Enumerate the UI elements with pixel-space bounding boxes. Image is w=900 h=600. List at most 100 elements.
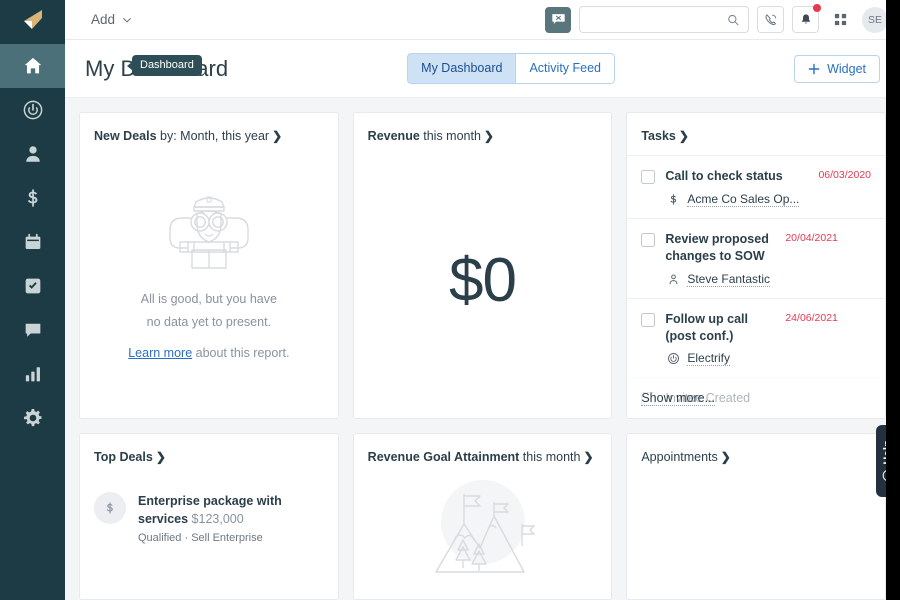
home-icon — [24, 57, 41, 74]
power-icon — [668, 353, 680, 365]
task-checkbox[interactable] — [641, 170, 656, 184]
chevron-right-icon: ❯ — [272, 129, 283, 143]
deal-row[interactable]: Enterprise package with services $123,00… — [80, 478, 338, 544]
card-appointments-body — [627, 464, 885, 599]
task-title: Follow up call (post conf.) — [665, 311, 748, 343]
app-logo[interactable] — [0, 0, 65, 40]
notifications-button[interactable] — [792, 4, 821, 33]
deal-avatar — [94, 492, 126, 525]
tab-activity-feed-label: Activity Feed — [529, 61, 602, 76]
card-top-deals-title: Top Deals — [94, 450, 153, 465]
dollar-icon — [106, 502, 113, 514]
search-input[interactable] — [588, 12, 728, 27]
add-widget-button[interactable]: Widget — [794, 54, 880, 83]
card-tasks-title: Tasks — [641, 129, 676, 143]
power-icon — [23, 100, 42, 120]
tooltip-label: Dashboard — [140, 59, 194, 71]
sidebar-item-messages[interactable] — [0, 308, 65, 352]
dashboard-row-1: New Deals by: Month, this year ❯ All is … — [79, 112, 887, 420]
task-due-date: 24/06/2021 — [785, 311, 838, 324]
dashboard-grid: New Deals by: Month, this year ❯ All is … — [65, 98, 900, 600]
task-title: Review proposed changes to SOW — [665, 231, 769, 263]
card-new-deals-header[interactable]: New Deals by: Month, this year ❯ — [80, 113, 338, 143]
task-related-label[interactable]: Steve Fantastic — [687, 272, 771, 287]
tab-activity-feed[interactable]: Activity Feed — [515, 53, 616, 84]
deal-info: Enterprise package with services $123,00… — [138, 492, 324, 543]
task-related-record[interactable]: Electrify — [665, 351, 871, 367]
card-revenue-goal-title: Revenue Goal Attainment — [367, 450, 520, 465]
chat-icon — [25, 323, 40, 337]
card-tasks: Tasks❯ Call to check status 06/03/2020 — [626, 112, 887, 420]
dollar-icon — [27, 189, 37, 207]
person-icon — [669, 274, 678, 284]
task-related-record[interactable]: Acme Co Sales Op... — [665, 192, 871, 207]
message-box-button[interactable] — [545, 6, 571, 33]
dashboard-tabs: My Dashboard Activity Feed — [407, 53, 616, 84]
sidebar-item-calendar[interactable] — [0, 220, 65, 264]
task-content: Call to check status 06/03/2020 Acme Co … — [665, 168, 871, 207]
tab-my-dashboard[interactable]: My Dashboard — [407, 53, 516, 84]
card-top-deals: Top Deals ❯ Enterprise package with serv… — [79, 433, 339, 600]
add-widget-label: Widget — [827, 61, 866, 76]
message-box-icon — [551, 14, 565, 24]
user-avatar[interactable]: SE — [862, 6, 888, 33]
task-row[interactable]: Call to check status 06/03/2020 Acme Co … — [627, 155, 886, 218]
sidebar-item-tasks[interactable] — [0, 264, 65, 308]
dashboard-row-2: Top Deals ❯ Enterprise package with serv… — [79, 433, 887, 600]
grid-apps-icon — [834, 13, 847, 26]
task-related-label[interactable]: Acme Co Sales Op... — [687, 192, 800, 207]
task-row[interactable]: Review proposed changes to SOW 20/04/202… — [627, 217, 886, 298]
search-box[interactable] — [579, 6, 749, 33]
empty-state-new-deals: All is good, but you have no data yet to… — [80, 143, 338, 418]
phone-icon — [765, 13, 776, 25]
card-new-deals-title: New Deals — [94, 129, 157, 143]
phone-button[interactable] — [757, 6, 784, 33]
revenue-stat-wrap: $0 — [354, 143, 612, 418]
card-revenue-goal-header[interactable]: Revenue Goal Attainment this month ❯ — [354, 434, 612, 464]
show-more-link[interactable]: Show more... — [641, 391, 715, 407]
right-edge-strip — [886, 0, 900, 600]
card-tasks-header[interactable]: Tasks ❯ — [627, 113, 885, 143]
card-appointments-header[interactable]: Appointments ❯ — [627, 434, 885, 464]
card-tasks-body: Call to check status 06/03/2020 Acme Co … — [627, 143, 886, 418]
card-new-deals: New Deals by: Month, this year ❯ All is … — [79, 112, 339, 420]
card-top-deals-body: Enterprise package with services $123,00… — [80, 464, 338, 599]
task-content: Follow up call (post conf.) 24/06/2021 E… — [665, 311, 871, 367]
flag-logo-icon — [23, 10, 42, 29]
sidebar-item-deals[interactable] — [0, 176, 65, 220]
sailor-binoculars-icon — [169, 196, 249, 269]
empty-state-line-1: All is good, but you have — [140, 291, 277, 306]
empty-state-learn-more-row: Learn more about this report. — [128, 344, 289, 363]
revenue-value: $0 — [449, 246, 517, 316]
card-revenue-goal: Revenue Goal Attainment this month ❯ — [352, 433, 613, 600]
chevron-right-icon: ❯ — [155, 450, 166, 465]
card-appointments: Appointments ❯ — [626, 433, 887, 600]
card-appointments-title: Appointments — [641, 450, 718, 465]
sidebar-item-settings[interactable] — [0, 396, 65, 440]
dollar-icon — [670, 194, 677, 205]
chevron-right-icon: ❯ — [583, 450, 594, 465]
sidebar-item-reports[interactable] — [0, 352, 65, 396]
sidebar-item-dashboard[interactable] — [0, 44, 65, 88]
task-checkbox[interactable] — [641, 312, 656, 327]
task-related-label[interactable]: Electrify — [687, 351, 731, 367]
card-new-deals-body: All is good, but you have no data yet to… — [80, 143, 338, 418]
add-menu-button[interactable]: Add — [85, 8, 138, 31]
empty-state-revenue-goal — [354, 464, 612, 599]
bar-chart-icon — [25, 367, 40, 382]
sidebar-item-contacts[interactable] — [0, 132, 65, 176]
task-related-record[interactable]: Steve Fantastic — [665, 272, 871, 287]
card-top-deals-header[interactable]: Top Deals ❯ — [80, 434, 338, 464]
deal-amount: $123,000 — [191, 512, 244, 527]
plus-icon — [808, 63, 820, 74]
sidebar-item-activity[interactable] — [0, 88, 65, 132]
apps-button[interactable] — [827, 6, 854, 33]
task-checkbox[interactable] — [641, 232, 656, 247]
search-icon[interactable] — [727, 13, 740, 27]
card-revenue-header[interactable]: Revenue this month ❯ — [354, 113, 612, 143]
chevron-right-icon: ❯ — [483, 129, 494, 143]
learn-more-link[interactable]: Learn more — [128, 346, 192, 360]
top-bar: Add SE — [65, 0, 900, 40]
task-top: Call to check status 06/03/2020 — [665, 168, 871, 185]
task-row[interactable]: Follow up call (post conf.) 24/06/2021 E… — [627, 297, 886, 378]
